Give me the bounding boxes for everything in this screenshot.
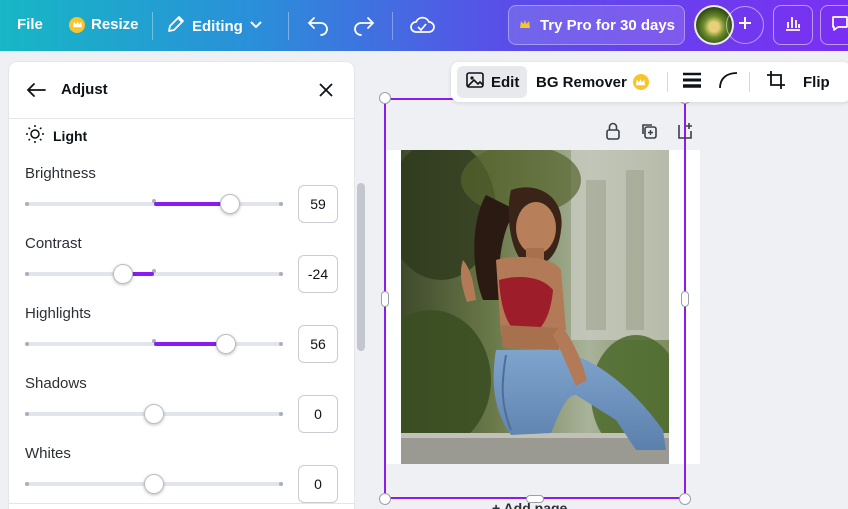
image-edit-icon (465, 70, 485, 94)
slider-thumb[interactable] (216, 334, 237, 354)
comment-icon (830, 13, 848, 38)
resize-handle-bottom-left[interactable] (379, 493, 391, 505)
share-add-button[interactable] (726, 6, 764, 44)
crown-icon (69, 16, 85, 33)
slider-end-dot (25, 202, 29, 206)
panel-header: Adjust (9, 62, 354, 119)
contrast-slider[interactable] (25, 263, 283, 285)
shadows-label: Shadows (25, 375, 87, 392)
resize-handle-left[interactable] (381, 291, 389, 307)
try-pro-button[interactable]: Try Pro for 30 days (508, 5, 685, 45)
slider-thumb[interactable] (113, 264, 134, 284)
brightness-slider[interactable] (25, 193, 283, 215)
flip-button[interactable]: Flip (803, 62, 830, 102)
whites-value[interactable]: 0 (298, 465, 338, 503)
slider-end-dot (279, 202, 283, 206)
section-label: Light (53, 127, 88, 144)
resize-handle-right[interactable] (681, 291, 689, 307)
slider-end-dot (279, 482, 283, 486)
editing-mode-button[interactable]: Editing (166, 14, 263, 38)
panel-title: Adjust (61, 81, 108, 98)
flip-label: Flip (803, 73, 830, 91)
crop-button[interactable] (765, 62, 787, 102)
border-style-icon (681, 70, 703, 94)
crown-icon (518, 17, 532, 34)
whites-slider[interactable] (25, 473, 283, 495)
save-status[interactable] (409, 14, 435, 40)
slider-thumb[interactable] (144, 474, 164, 494)
crop-icon (765, 69, 787, 95)
slider-thumb[interactable] (220, 194, 241, 214)
resize-label: Resize (91, 16, 139, 33)
divider (288, 12, 289, 40)
slider-end-dot (279, 272, 283, 276)
brightness-label: Brightness (25, 165, 96, 182)
plus-icon (737, 15, 753, 36)
lock-icon[interactable] (604, 121, 622, 146)
shadows-value[interactable]: 0 (298, 395, 338, 433)
file-label: File (17, 16, 43, 33)
redo-icon (352, 13, 376, 41)
divider (667, 72, 668, 92)
add-page-icon[interactable] (676, 121, 694, 146)
context-toolbar: Edit BG Remover Flip (451, 62, 848, 102)
close-icon[interactable] (316, 80, 336, 105)
selection-frame[interactable] (384, 98, 686, 499)
slider-end-dot (25, 412, 29, 416)
undo-button[interactable] (306, 13, 330, 41)
crown-icon (632, 74, 649, 90)
slider-end-dot (25, 482, 29, 486)
comments-button[interactable] (820, 5, 848, 45)
cloud-check-icon (409, 14, 435, 40)
add-page-button[interactable]: + Add page (492, 500, 567, 509)
whites-label: Whites (25, 445, 71, 462)
bg-remover-label: BG Remover (536, 73, 627, 91)
highlights-value[interactable]: 56 (298, 325, 338, 363)
chevron-down-icon (249, 17, 263, 35)
slider-fill (154, 202, 231, 206)
back-arrow-icon[interactable] (25, 80, 47, 105)
resize-handle-bottom-right[interactable] (679, 493, 691, 505)
brightness-value[interactable]: 59 (298, 185, 338, 223)
adjust-panel: Adjust Light Brightness 59 Contrast -24 … (9, 62, 354, 509)
file-menu[interactable]: File (17, 16, 43, 33)
top-bar: File Resize Editing Try Pro for 30 days (0, 0, 848, 51)
sun-icon (25, 124, 45, 147)
try-pro-label: Try Pro for 30 days (539, 16, 676, 34)
corner-rounding-icon (717, 70, 739, 94)
shadows-slider[interactable] (25, 403, 283, 425)
slider-end-dot (279, 342, 283, 346)
panel-scrollbar[interactable] (357, 183, 365, 351)
resize-handle-top-left[interactable] (379, 92, 391, 104)
highlights-slider[interactable] (25, 333, 283, 355)
slider-thumb[interactable] (144, 404, 164, 424)
chart-icon (783, 13, 803, 38)
highlights-label: Highlights (25, 305, 91, 322)
border-style-button[interactable] (681, 62, 703, 102)
duplicate-icon[interactable] (640, 121, 658, 146)
undo-icon (306, 13, 330, 41)
editing-label: Editing (192, 17, 243, 35)
divider (9, 503, 354, 504)
page-actions (604, 121, 694, 146)
divider (749, 72, 750, 92)
slider-end-dot (25, 272, 29, 276)
divider (392, 12, 393, 40)
pencil-icon (166, 14, 186, 38)
divider (152, 12, 153, 40)
redo-button[interactable] (352, 13, 376, 41)
insights-button[interactable] (773, 5, 813, 45)
edit-label: Edit (491, 73, 520, 91)
corner-rounding-button[interactable] (717, 62, 739, 102)
contrast-label: Contrast (25, 235, 82, 252)
slider-end-dot (279, 412, 283, 416)
edit-button[interactable]: Edit (457, 66, 528, 98)
resize-button[interactable]: Resize (69, 16, 139, 33)
contrast-value[interactable]: -24 (298, 255, 338, 293)
bg-remover-button[interactable]: BG Remover (536, 62, 649, 102)
slider-end-dot (25, 342, 29, 346)
section-light: Light (25, 124, 87, 147)
